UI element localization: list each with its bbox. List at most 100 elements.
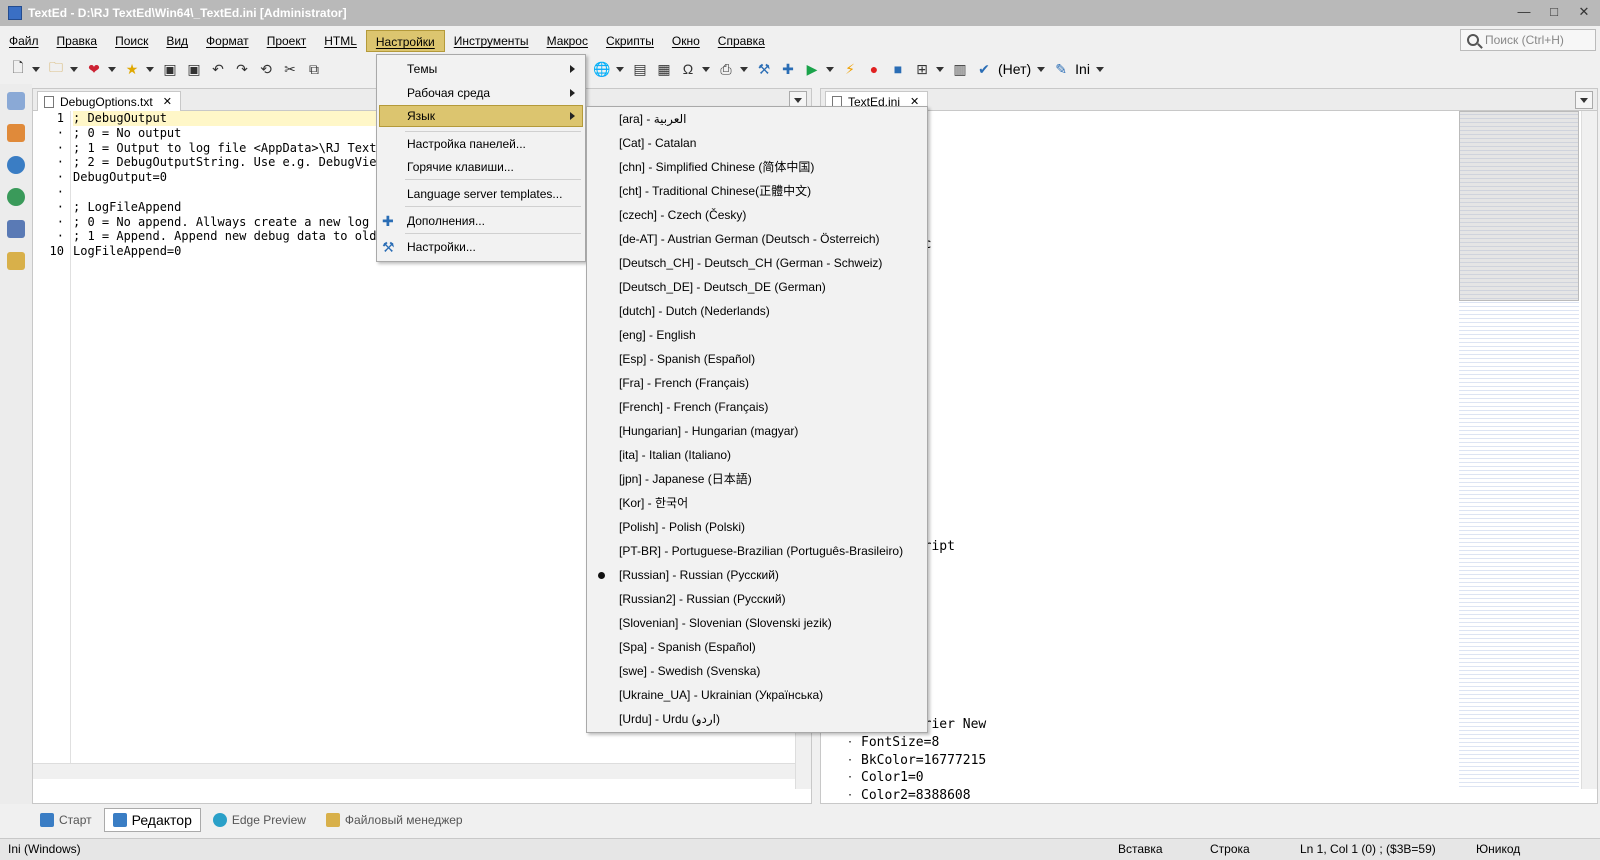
language-item[interactable]: [Fra] - French (Français) [619, 372, 749, 394]
chevron-down-icon[interactable] [146, 66, 154, 72]
tab-list-button[interactable] [1575, 91, 1593, 109]
run-icon[interactable]: ▶ [802, 59, 822, 79]
record-icon[interactable]: ● [864, 59, 884, 79]
save-icon[interactable]: ▣ [160, 59, 180, 79]
browser-icon[interactable]: ▦ [654, 59, 674, 79]
spellcheck-language[interactable]: (Нет) [998, 61, 1031, 77]
open-folder-icon[interactable]: 🗀 [46, 59, 66, 79]
minimap[interactable] [1459, 111, 1579, 787]
language-item[interactable]: [Deutsch_DE] - Deutsch_DE (German) [619, 276, 826, 298]
spellcheck-icon[interactable]: ✔ [974, 59, 994, 79]
plugin-icon[interactable]: ✚ [778, 59, 798, 79]
panels-icon[interactable]: ▥ [950, 59, 970, 79]
tab-file-manager[interactable]: Файловый менеджер [318, 808, 471, 832]
copy-icon[interactable]: ⧉ [304, 59, 324, 79]
menu-edit[interactable]: Правка [48, 30, 107, 52]
language-item[interactable]: [Slovenian] - Slovenian (Slovenski jezik… [619, 612, 832, 634]
menu-item-preferences[interactable]: Настройки... [407, 236, 476, 258]
menu-item-language[interactable]: Язык [407, 105, 435, 127]
highlighter-icon[interactable]: ✎ [1051, 59, 1071, 79]
library-icon[interactable] [7, 220, 25, 238]
ftp-icon[interactable] [7, 188, 25, 206]
language-item[interactable]: [Kor] - 한국어 [619, 492, 688, 514]
tab-edge-preview[interactable]: Edge Preview [205, 808, 314, 832]
document-list-icon[interactable] [7, 92, 25, 110]
tab-debugoptions[interactable]: DebugOptions.txt ✕ [37, 91, 181, 111]
language-item[interactable]: [eng] - English [619, 324, 696, 346]
close-button[interactable]: ✕ [1574, 3, 1594, 21]
chevron-down-icon[interactable] [70, 66, 78, 72]
chevron-down-icon[interactable] [936, 66, 944, 72]
status-encoding[interactable]: Юникод [1476, 842, 1520, 856]
flash-icon[interactable]: ⚡ [840, 59, 860, 79]
status-line-mode[interactable]: Строка [1210, 842, 1250, 856]
recent-files-icon[interactable]: ❤ [84, 59, 104, 79]
language-item[interactable]: [Russian2] - Russian (Русский) [619, 588, 786, 610]
redo-icon[interactable]: ↷ [232, 59, 252, 79]
vertical-scrollbar[interactable] [1581, 111, 1597, 789]
chevron-down-icon[interactable] [616, 66, 624, 72]
history-icon[interactable]: ⟲ [256, 59, 276, 79]
cut-icon[interactable]: ✂ [280, 59, 300, 79]
menu-view[interactable]: Вид [157, 30, 197, 52]
language-item[interactable]: [ita] - Italian (Italiano) [619, 444, 731, 466]
chevron-down-icon[interactable] [32, 66, 40, 72]
clipboard-icon[interactable] [7, 252, 25, 270]
menu-tools[interactable]: Инструменты [445, 30, 538, 52]
tab-editor[interactable]: Редактор [103, 808, 201, 832]
language-item[interactable]: [Urdu] - Urdu (اردو) [619, 708, 720, 730]
menu-item-panels[interactable]: Настройка панелей... [407, 133, 526, 155]
save-all-icon[interactable]: ▣ [184, 59, 204, 79]
menu-search[interactable]: Поиск [106, 30, 157, 52]
menu-html[interactable]: HTML [315, 30, 366, 52]
menu-item-addons[interactable]: Дополнения... [407, 210, 485, 232]
undo-icon[interactable]: ↶ [208, 59, 228, 79]
menu-scripts[interactable]: Скрипты [597, 30, 663, 52]
favorites-icon[interactable]: ★ [122, 59, 142, 79]
language-item[interactable]: [de-AT] - Austrian German (Deutsch - Öst… [619, 228, 880, 250]
language-item[interactable]: [Cat] - Catalan [619, 132, 696, 154]
new-file-icon[interactable]: 🗋 [8, 59, 28, 79]
chevron-down-icon[interactable] [1037, 66, 1046, 72]
language-item[interactable]: [Polish] - Polish (Polski) [619, 516, 745, 538]
minimap-viewport[interactable] [1459, 111, 1579, 301]
search-box[interactable]: Поиск (Ctrl+H) [1460, 29, 1596, 51]
menu-help[interactable]: Справка [709, 30, 774, 52]
menu-item-lsp-templates[interactable]: Language server templates... [407, 183, 562, 205]
language-item[interactable]: [Hungarian] - Hungarian (magyar) [619, 420, 798, 442]
wrench-icon[interactable]: ⚒ [754, 59, 774, 79]
language-item[interactable]: [Esp] - Spanish (Español) [619, 348, 755, 370]
maximize-button[interactable]: □ [1544, 3, 1564, 21]
horizontal-scrollbar[interactable] [33, 763, 811, 779]
language-item[interactable]: [PT-BR] - Portuguese-Brazilian (Portuguê… [619, 540, 903, 562]
menu-file[interactable]: Файл [0, 30, 48, 52]
menu-macro[interactable]: Макрос [538, 30, 597, 52]
minimize-button[interactable]: — [1514, 3, 1534, 21]
menu-item-workspace[interactable]: Рабочая среда [407, 82, 490, 104]
web-icon[interactable] [7, 156, 25, 174]
language-item[interactable]: [cht] - Traditional Chinese(正體中文) [619, 180, 811, 202]
syntax-selector[interactable]: Ini [1075, 61, 1090, 77]
chevron-down-icon[interactable] [702, 66, 710, 72]
menu-settings[interactable]: Настройки [365, 30, 445, 52]
stop-icon[interactable]: ■ [888, 59, 908, 79]
chevron-down-icon[interactable] [1095, 66, 1104, 72]
chevron-down-icon[interactable] [108, 66, 116, 72]
menu-item-themes[interactable]: Темы [407, 58, 437, 80]
language-item[interactable]: [Spa] - Spanish (Español) [619, 636, 756, 658]
language-item[interactable]: [French] - French (Français) [619, 396, 768, 418]
language-item[interactable]: [ara] - العربية [619, 108, 686, 130]
language-item-selected[interactable]: [Russian] - Russian (Русский) [619, 564, 779, 586]
language-item[interactable]: [Ukraine_UA] - Ukrainian (Українська) [619, 684, 823, 706]
language-item[interactable]: [Deutsch_CH] - Deutsch_CH (German - Schw… [619, 252, 882, 274]
print-icon[interactable]: ⎙ [716, 59, 736, 79]
layout-icon[interactable]: ⊞ [912, 59, 932, 79]
language-item[interactable]: [chn] - Simplified Chinese (简体中国) [619, 156, 814, 178]
menu-item-hotkeys[interactable]: Горячие клавиши... [407, 156, 514, 178]
status-insert-mode[interactable]: Вставка [1118, 842, 1163, 856]
tab-start[interactable]: Старт [32, 808, 100, 832]
close-tab-icon[interactable]: ✕ [163, 95, 172, 108]
chevron-down-icon[interactable] [826, 66, 834, 72]
preview-icon[interactable]: ▤ [630, 59, 650, 79]
language-item[interactable]: [swe] - Swedish (Svenska) [619, 660, 760, 682]
